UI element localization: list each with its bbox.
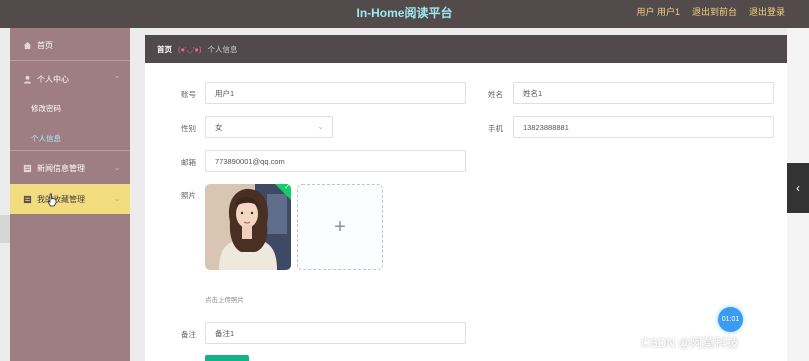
list-icon xyxy=(22,163,32,173)
chevron-down-icon: ⌄ xyxy=(114,196,120,203)
sidebar-subitem-change-password[interactable]: 修改密码 xyxy=(31,103,61,114)
check-icon: ✓ xyxy=(284,184,290,191)
email-label: 邮箱 xyxy=(181,158,196,167)
current-user-label: 用户 用户1 xyxy=(636,7,680,17)
breadcrumb: 首页 (●'◡'●) 个人信息 xyxy=(145,35,787,63)
sidebar-item-label: 首页 xyxy=(37,40,53,50)
note-label: 备注 xyxy=(181,330,196,339)
sidebar-item-favorites-management[interactable]: 我的收藏管理 ⌄ xyxy=(10,184,130,214)
gender-select[interactable]: 女 ⌄ xyxy=(205,116,333,138)
left-gutter xyxy=(0,215,10,243)
phone-label: 手机 xyxy=(488,124,503,133)
photo-label: 照片 xyxy=(181,191,196,200)
photo-upload-button[interactable]: + xyxy=(297,184,383,270)
plus-icon: + xyxy=(334,215,346,238)
header-links: 用户 用户1 退出到前台 退出登录 xyxy=(636,5,785,18)
logout-link[interactable]: 退出登录 xyxy=(749,5,785,18)
name-label: 姓名 xyxy=(488,90,503,99)
profile-photo[interactable]: ✓ xyxy=(205,184,291,270)
breadcrumb-current: 个人信息 xyxy=(207,44,238,54)
user-icon xyxy=(22,74,32,84)
top-header: In-Home阅读平台 用户 用户1 退出到前台 退出登录 xyxy=(0,0,809,28)
bookmark-icon xyxy=(22,194,32,204)
email-field[interactable]: 773890001@qq.com xyxy=(205,150,466,172)
breadcrumb-separator: (●'◡'●) xyxy=(178,44,202,54)
submit-button[interactable] xyxy=(205,355,249,361)
chevron-down-icon: ⌄ xyxy=(317,122,324,131)
name-field[interactable]: 姓名1 xyxy=(513,82,774,104)
sidebar-item-home[interactable]: 首页 xyxy=(10,38,130,52)
gender-label: 性别 xyxy=(181,124,196,133)
account-label: 账号 xyxy=(181,90,196,99)
sidebar-item-row: 我的收藏管理 ⌄ xyxy=(10,192,130,206)
breadcrumb-home[interactable]: 首页 xyxy=(157,44,172,55)
home-icon xyxy=(22,40,32,50)
sidebar-divider xyxy=(10,150,130,151)
chevron-left-icon: ‹ xyxy=(796,181,800,195)
sidebar: 首页 个人中心 ⌃ 修改密码 个人信息 新闻信息管理 ⌄ 我的收藏管理 ⌄ xyxy=(10,28,130,361)
sidebar-item-label: 个人中心 xyxy=(37,74,69,84)
time-badge[interactable]: 01:01 xyxy=(718,307,743,332)
note-field[interactable]: 备注1 xyxy=(205,322,466,344)
mouse-cursor-icon xyxy=(47,193,57,207)
sidebar-item-news-management[interactable]: 新闻信息管理 ⌄ xyxy=(10,161,130,175)
phone-field[interactable]: 13823888881 xyxy=(513,116,774,138)
sidebar-divider xyxy=(10,60,130,61)
sidebar-subitem-personal-info[interactable]: 个人信息 xyxy=(31,133,61,144)
gender-value: 女 xyxy=(215,122,223,132)
account-field[interactable]: 用户1 xyxy=(205,82,466,104)
side-drawer-toggle[interactable]: ‹ xyxy=(787,163,809,213)
sidebar-item-label: 我的收藏管理 xyxy=(37,194,85,204)
watermark: CSDN @阿莫科技 xyxy=(641,336,739,350)
sidebar-item-personal-center[interactable]: 个人中心 ⌃ xyxy=(10,72,130,86)
upload-hint: 点击上传照片 xyxy=(205,297,244,304)
chevron-down-icon: ⌄ xyxy=(114,165,120,172)
back-to-front-link[interactable]: 退出到前台 xyxy=(692,5,737,18)
sidebar-item-label: 新闻信息管理 xyxy=(37,163,85,173)
chevron-up-icon: ⌃ xyxy=(114,76,120,83)
